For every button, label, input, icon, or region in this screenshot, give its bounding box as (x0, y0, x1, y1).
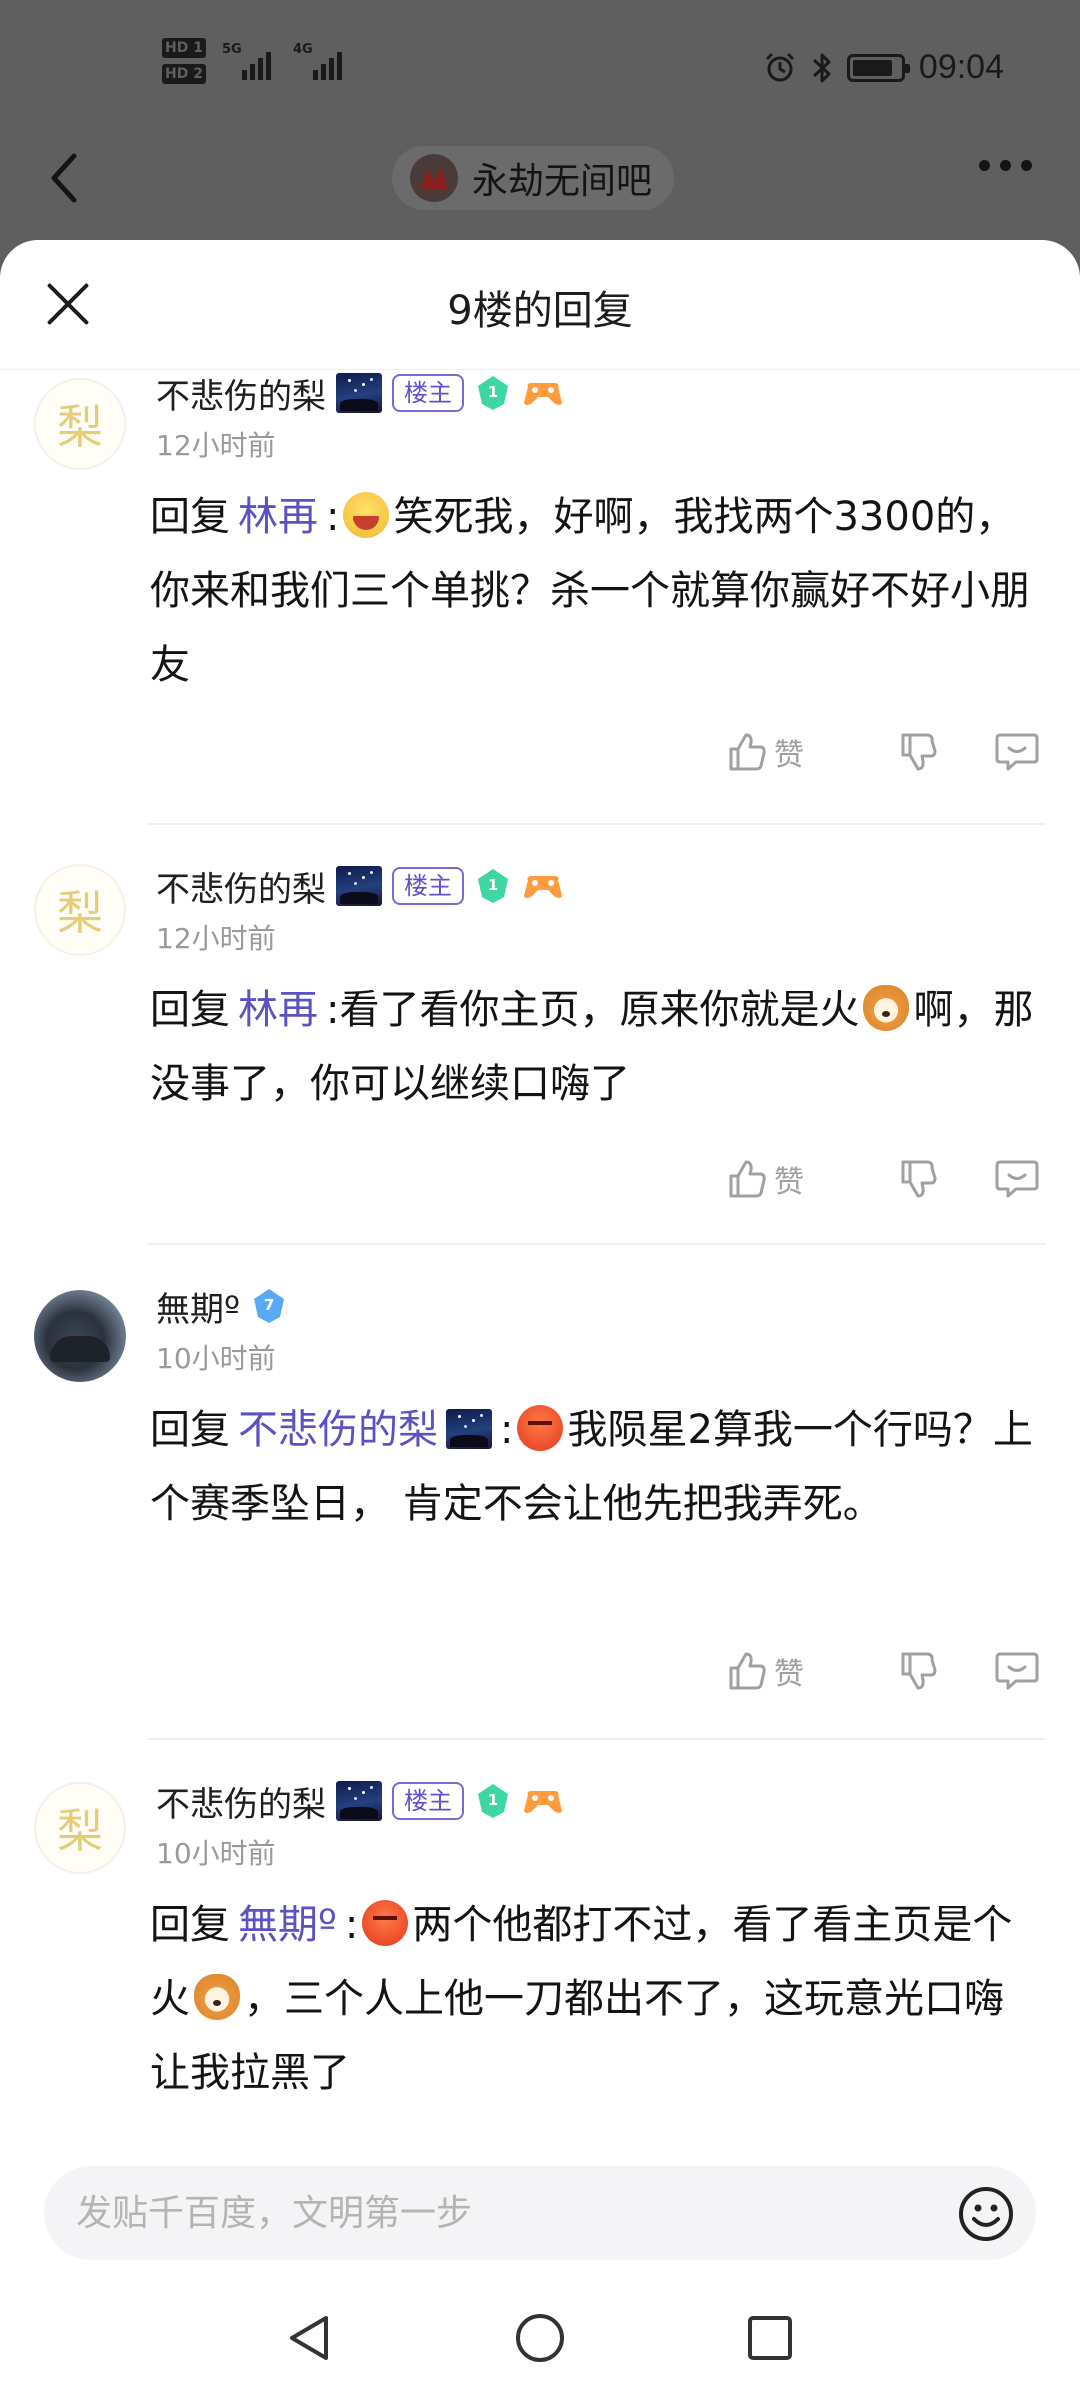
like-button[interactable]: 赞 (726, 730, 860, 774)
dislike-button[interactable] (860, 731, 978, 773)
comment-button[interactable] (978, 1158, 1040, 1200)
signal-4g-icon: 4G (293, 42, 342, 80)
signal-5g-icon: 5G (222, 42, 271, 80)
forum-avatar (410, 154, 458, 202)
reply-actions: 赞 (726, 1649, 1040, 1693)
like-button[interactable]: 赞 (726, 1157, 860, 1201)
username-emoji-icon (336, 866, 382, 906)
reply-content: 回复 不悲伤的梨: 我陨星2算我一个行吗？上个赛季坠日， 肯定不会让他先把我弄死。 (150, 1405, 1033, 1527)
reply-target-link[interactable]: 不悲伤的梨 (238, 1407, 438, 1453)
owner-badge: 楼主 (392, 867, 464, 905)
like-button[interactable]: 赞 (726, 1649, 860, 1693)
signal-indicators: 5G 4G (222, 42, 342, 80)
gamepad-icon (524, 876, 562, 898)
level-gem-icon: 1 (474, 1782, 512, 1820)
nav-home-icon[interactable] (512, 2310, 568, 2366)
username-emoji-icon (336, 1781, 382, 1821)
reply-item: 無期º 7 10小时前 回复 不悲伤的梨: 我陨星2算我一个行吗？上个赛季坠日， 肯… (0, 1245, 1080, 1740)
level-gem-icon: 7 (250, 1287, 288, 1325)
comment-button[interactable] (978, 1650, 1040, 1692)
comment-icon (995, 733, 1039, 771)
avatar[interactable]: 梨 (34, 864, 126, 956)
dislike-button[interactable] (860, 1158, 978, 1200)
owner-badge: 楼主 (392, 374, 464, 412)
reply-sheet: 9楼的回复 梨 不悲伤的梨 楼主 1 12小时前 回复 林再: 笑死我，好啊，我… (0, 240, 1080, 2400)
reply-target-link[interactable]: 林再 (238, 987, 318, 1033)
reply-target-link[interactable]: 林再 (238, 494, 318, 540)
reply-time: 10小时前 (156, 1342, 276, 1375)
avatar[interactable] (34, 1290, 126, 1382)
reply-item: 梨 不悲伤的梨 楼主 1 12小时前 回复 林再: 笑死我，好啊，我找两个3300的… (0, 370, 1080, 825)
sim1-label: HD 1 (162, 38, 206, 58)
reply-actions: 赞 (726, 730, 1040, 774)
dog-emoji-icon (194, 1974, 240, 2020)
more-icon (979, 160, 990, 171)
reply-time: 10小时前 (156, 1837, 276, 1870)
reply-item: 梨 不悲伤的梨 楼主 1 10小时前 回复 無期º: 两个他都打不过，看了看主页是个… (0, 1740, 1080, 2140)
level-gem-icon: 1 (474, 374, 512, 412)
dog-emoji-icon (863, 985, 910, 1031)
reply-actions: 赞 (726, 1157, 1040, 1201)
thumbs-down-icon (901, 733, 937, 771)
nav-back-icon[interactable] (282, 2310, 338, 2366)
reply-time: 12小时前 (156, 429, 276, 462)
dislike-button[interactable] (860, 1650, 978, 1692)
username[interactable]: 不悲伤的梨 (156, 862, 326, 911)
reply-list: 梨 不悲伤的梨 楼主 1 12小时前 回复 林再: 笑死我，好啊，我找两个3300的… (0, 370, 1080, 2140)
gamepad-icon (524, 1791, 562, 1813)
angry-emoji-icon (362, 1900, 409, 1946)
reply-time: 12小时前 (156, 922, 276, 955)
reply-meta: 無期º 7 10小时前 (156, 1283, 288, 1377)
thumbs-down-icon (901, 1652, 937, 1690)
comment-input-bar (44, 2166, 1036, 2260)
back-button[interactable] (44, 148, 84, 208)
sim-indicators: HD 1 HD 2 (162, 38, 206, 84)
back-icon (51, 153, 77, 203)
username-emoji-icon (336, 373, 382, 413)
thumbs-up-icon (729, 733, 766, 771)
laugh-emoji-icon (343, 492, 390, 538)
battery-icon (846, 53, 910, 82)
bluetooth-icon (812, 53, 831, 82)
sheet-header: 9楼的回复 (0, 240, 1080, 370)
username-emoji-icon (446, 1409, 492, 1449)
alarm-icon (765, 52, 794, 81)
system-nav-bar (0, 2280, 1080, 2400)
reply-content: 回复 無期º: 两个他都打不过，看了看主页是个火 ，三个人上他一刀都出不了，这玩意光口… (150, 1900, 1013, 2096)
nav-recents-icon[interactable] (742, 2310, 798, 2366)
thumbs-up-icon (729, 1160, 766, 1198)
status-bar: HD 1 HD 2 5G 4G 09:04 (0, 0, 1080, 140)
comment-icon (995, 1160, 1039, 1198)
username[interactable]: 不悲伤的梨 (156, 369, 326, 418)
status-right: 09:04 (763, 48, 1004, 87)
thumbs-down-icon (901, 1160, 937, 1198)
level-gem-icon: 1 (474, 867, 512, 905)
more-button[interactable] (979, 160, 1032, 171)
reply-meta: 不悲伤的梨 楼主 1 12小时前 (156, 863, 564, 957)
avatar[interactable]: 梨 (34, 1782, 126, 1874)
sim2-label: HD 2 (162, 64, 206, 84)
thumbs-up-icon (729, 1652, 766, 1690)
username[interactable]: 不悲伤的梨 (156, 1777, 326, 1826)
reply-content: 回复 林再: 笑死我，好啊，我找两个3300的，你来和我们三个单挑？杀一个就算你赢好… (150, 492, 1030, 688)
comment-button[interactable] (978, 731, 1040, 773)
avatar[interactable]: 梨 (34, 378, 126, 470)
username[interactable]: 無期º (156, 1282, 240, 1331)
emoji-icon[interactable] (958, 2186, 1014, 2242)
comment-input[interactable] (76, 2166, 936, 2260)
angry-emoji-icon (517, 1405, 564, 1451)
sheet-title: 9楼的回复 (447, 288, 633, 334)
forum-name: 永劫无间吧 (472, 161, 653, 202)
comment-icon (995, 1652, 1039, 1690)
reply-item: 梨 不悲伤的梨 楼主 1 12小时前 回复 林再:看了看你主页，原来你就是火 啊，那… (0, 825, 1080, 1245)
reply-target-link[interactable]: 無期º (238, 1902, 337, 1948)
owner-badge: 楼主 (392, 1782, 464, 1820)
reply-meta: 不悲伤的梨 楼主 1 10小时前 (156, 1778, 564, 1872)
reply-content: 回复 林再:看了看你主页，原来你就是火 啊，那没事了，你可以继续口嗨了 (150, 985, 1034, 1107)
gamepad-icon (524, 383, 562, 405)
forum-pill[interactable]: 永劫无间吧 (392, 146, 675, 210)
status-time: 09:04 (918, 48, 1004, 86)
reply-meta: 不悲伤的梨 楼主 1 12小时前 (156, 370, 564, 464)
